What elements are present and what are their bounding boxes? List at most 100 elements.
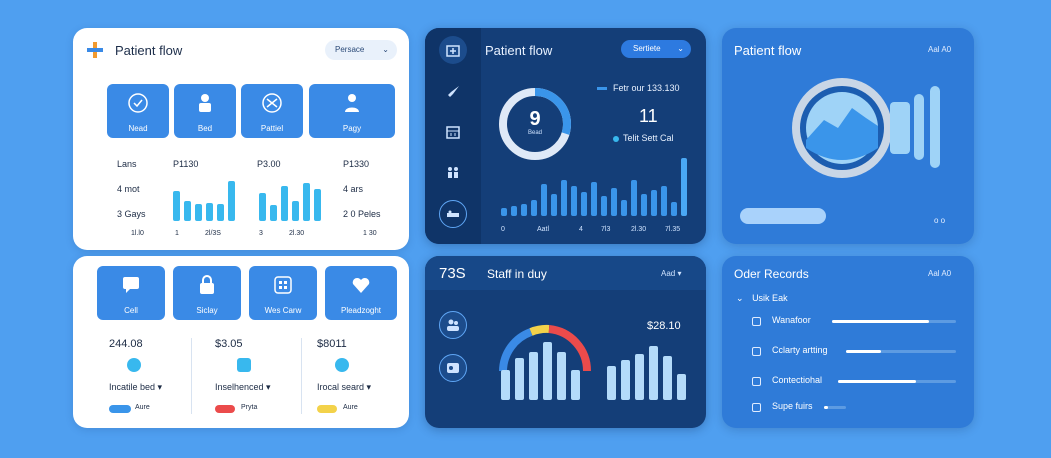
sertiete-dropdown[interactable]: Sertiete ⌄ xyxy=(621,40,691,58)
tile-label: Pleadzoght xyxy=(340,306,382,315)
group-label: Usik Eak xyxy=(752,293,788,303)
col-header-1: P1130 xyxy=(173,159,199,169)
order-records-card: Oder Records Aal A0 ⌄ Usik Eak Wanafoor … xyxy=(722,256,974,428)
legend-dot xyxy=(613,136,619,142)
id-card-icon[interactable] xyxy=(439,354,467,382)
tile-siclay[interactable]: Siclay xyxy=(173,266,241,320)
info-circle xyxy=(127,358,141,372)
legend-swatch xyxy=(597,87,607,90)
value-1: 244.08 xyxy=(109,338,143,350)
bar xyxy=(314,189,321,221)
checkbox[interactable] xyxy=(752,317,761,326)
hospital-icon[interactable] xyxy=(439,36,467,64)
bar xyxy=(529,352,538,400)
group-toggle[interactable]: ⌄ Usik Eak xyxy=(736,293,788,304)
tile-pagy[interactable]: Pagy xyxy=(309,84,395,138)
bar xyxy=(511,206,517,216)
tile-bed[interactable]: Bed xyxy=(174,84,236,138)
bar xyxy=(621,360,630,400)
tile-label: Pagy xyxy=(342,124,362,133)
axis-label: 0 xyxy=(501,226,505,233)
info-circle xyxy=(335,358,349,372)
record-label: Supe fuirs xyxy=(772,401,813,411)
bar xyxy=(561,180,567,216)
record-label: Cclarty artting xyxy=(772,345,828,355)
record-row[interactable]: Supe fuirs xyxy=(752,400,962,416)
card-title: Patient flow xyxy=(734,43,802,58)
scanner-illustration xyxy=(786,68,974,188)
bar xyxy=(501,208,507,216)
legend-2: Telit Sett Cal xyxy=(623,133,674,143)
tile-nead[interactable]: Nead xyxy=(107,84,169,138)
record-row[interactable]: Contectiohal xyxy=(752,374,962,390)
calendar-icon[interactable] xyxy=(439,118,467,146)
tile-cell[interactable]: Cell xyxy=(97,266,165,320)
record-row[interactable]: Cclarty artting xyxy=(752,344,962,360)
tile-pleadzoght[interactable]: Pleadzoght xyxy=(325,266,397,320)
staff-value: $28.10 xyxy=(647,320,681,332)
axis-label: Aatl xyxy=(537,226,550,233)
big-value: 11 xyxy=(639,106,658,126)
record-progress xyxy=(838,380,956,383)
bar xyxy=(681,158,687,216)
record-progress-fill xyxy=(846,350,882,353)
record-progress-fill xyxy=(838,380,916,383)
bar xyxy=(173,191,180,221)
tile-pattiel[interactable]: Pattiel xyxy=(241,84,303,138)
rocket-icon[interactable] xyxy=(439,78,467,106)
bar xyxy=(635,354,644,400)
staff-icon[interactable] xyxy=(439,311,467,339)
card-title: Staff in duy xyxy=(487,267,547,281)
divider xyxy=(301,338,302,414)
axis-label: 2l/3S xyxy=(205,230,221,237)
col-header-3: P1330 xyxy=(343,159,370,169)
bar xyxy=(571,186,577,216)
bar xyxy=(281,186,288,221)
bar xyxy=(661,186,667,216)
axis-label: 4 xyxy=(579,226,583,233)
bar xyxy=(651,190,657,216)
checkbox[interactable] xyxy=(752,377,761,386)
record-label: Contectiohal xyxy=(772,375,823,385)
tile-label: Wes Carw xyxy=(264,306,302,315)
plus-square xyxy=(237,358,251,372)
tile-wes-carw[interactable]: Wes Carw xyxy=(249,266,317,320)
staff-bars-1 xyxy=(501,338,597,400)
app-logo-icon xyxy=(87,42,103,63)
card-menu[interactable]: Aal A0 xyxy=(928,45,951,54)
staff-bars-2 xyxy=(607,344,697,400)
bar xyxy=(184,201,191,221)
label-1-dropdown[interactable]: Incatile bed ▾ xyxy=(109,382,162,393)
bar xyxy=(531,200,537,216)
persace-dropdown[interactable]: Persace ⌄ xyxy=(325,40,397,60)
bar xyxy=(259,193,266,221)
bar xyxy=(217,204,224,221)
card-menu[interactable]: Aal A0 xyxy=(928,269,951,278)
record-label: Wanafoor xyxy=(772,315,811,325)
record-row[interactable]: Wanafoor xyxy=(752,314,962,330)
label-3-dropdown[interactable]: Irocal seard ▾ xyxy=(317,382,371,393)
tile-label: Cell xyxy=(124,306,138,315)
record-progress-fill xyxy=(832,320,929,323)
status-label: Aure xyxy=(135,404,150,411)
bar xyxy=(521,204,527,216)
grid-icon xyxy=(272,274,294,298)
value-3: $8011 xyxy=(317,338,347,350)
checkbox[interactable] xyxy=(752,347,761,356)
family-icon[interactable] xyxy=(439,158,467,186)
staff-count: 73S xyxy=(439,265,466,282)
patient-flow-card-3: Patient flow Aal A0 o o xyxy=(722,28,974,244)
bar xyxy=(663,356,672,400)
axis-label: 7l3 xyxy=(601,226,611,233)
card-menu[interactable]: Aad ▾ xyxy=(661,269,681,278)
stethoscope-icon xyxy=(261,92,283,116)
tile-label: Bed xyxy=(197,124,213,133)
label-2-dropdown[interactable]: Inselhenced ▾ xyxy=(215,382,271,393)
stat-row-1: Lans xyxy=(117,159,137,169)
col-right-row-2: 2 0 Peles xyxy=(343,209,381,219)
status-label: Aure xyxy=(343,404,358,411)
bed-icon[interactable] xyxy=(439,200,467,228)
checkbox[interactable] xyxy=(752,403,761,412)
tile-label: Pattiel xyxy=(260,124,284,133)
check-circle-icon xyxy=(127,92,149,116)
